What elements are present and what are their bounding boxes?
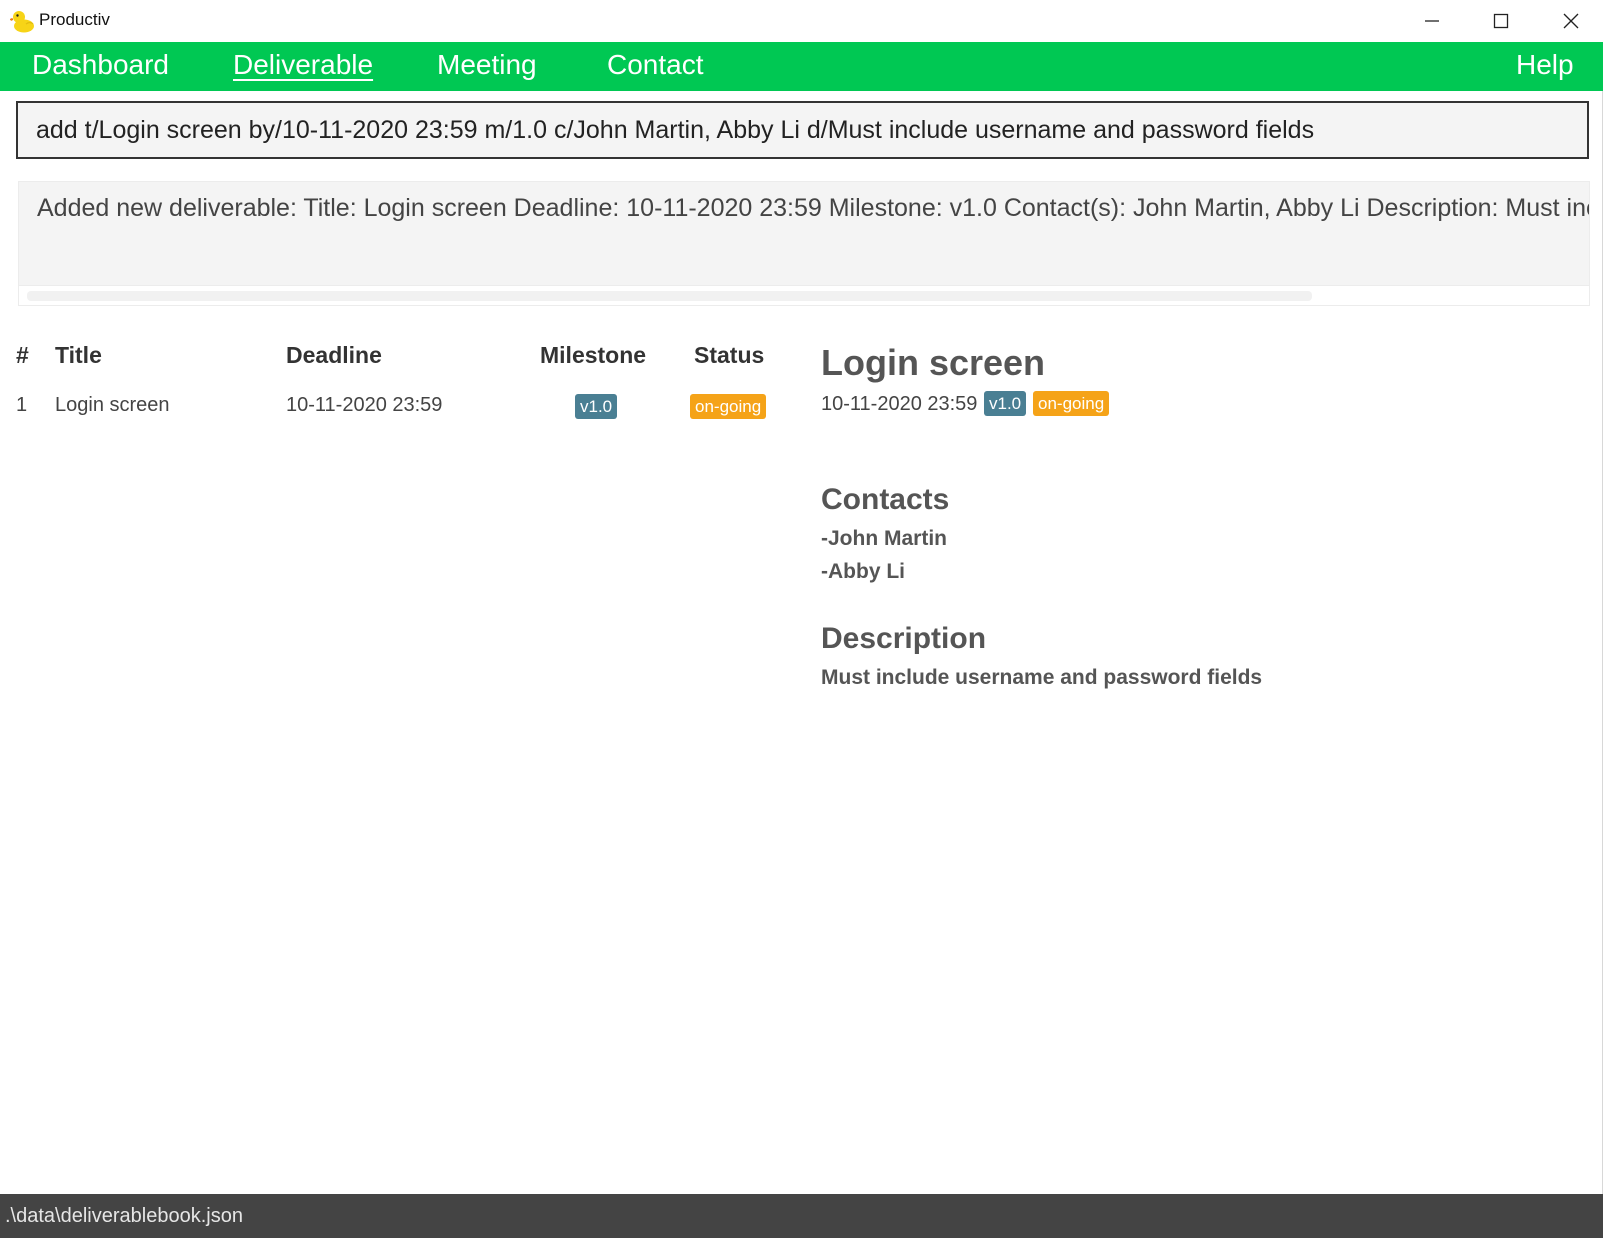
menu-item-deliverable[interactable]: Deliverable	[233, 49, 373, 81]
column-header-milestone: Milestone	[540, 342, 647, 368]
maximize-button[interactable]	[1467, 0, 1535, 42]
command-input[interactable]	[36, 103, 1566, 157]
menu-item-contact[interactable]: Contact	[607, 49, 704, 81]
menu-item-meeting[interactable]: Meeting	[437, 49, 537, 81]
column-header-deadline: Deadline	[286, 342, 382, 368]
row-title: Login screen	[55, 394, 170, 416]
minimize-button[interactable]	[1398, 0, 1466, 42]
milestone-badge: v1.0	[575, 394, 618, 419]
menu-bar: Dashboard Deliverable Meeting Contact He…	[0, 42, 1603, 91]
minimize-icon	[1425, 20, 1439, 22]
command-box	[16, 101, 1589, 159]
row-number: 1	[16, 394, 28, 416]
maximize-icon	[1493, 13, 1509, 29]
title-bar: Productiv	[0, 0, 1603, 42]
detail-title: Login screen	[821, 342, 1046, 383]
detail-deadline: 10-11-2020 23:59	[821, 393, 978, 415]
menu-item-help[interactable]: Help	[1516, 49, 1574, 81]
status-bar: .\data\deliverablebook.json	[0, 1194, 1603, 1238]
detail-milestone-badge: v1.0	[984, 391, 1027, 416]
close-button[interactable]	[1537, 0, 1603, 42]
data-file-path: .\data\deliverablebook.json	[5, 1205, 243, 1227]
rubber-duck-icon	[9, 8, 36, 34]
result-horizontal-scrollbar[interactable]	[19, 285, 1589, 305]
description-text: Must include username and password field…	[821, 666, 1263, 689]
row-deadline: 10-11-2020 23:59	[286, 394, 443, 416]
contacts-heading: Contacts	[821, 483, 950, 516]
detail-status-badge: on-going	[1033, 391, 1110, 416]
menu-item-dashboard[interactable]: Dashboard	[32, 49, 169, 81]
column-header-title: Title	[55, 342, 102, 368]
window-title: Productiv	[39, 10, 110, 29]
result-display[interactable]: Added new deliverable: Title: Login scre…	[18, 181, 1590, 306]
description-heading: Description	[821, 622, 987, 655]
app-window: Productiv Dashboard Deliverable Meeting …	[0, 0, 1603, 1238]
column-header-status: Status	[694, 342, 765, 368]
contact-item: -Abby Li	[821, 560, 905, 583]
table-row[interactable]: 1 Login screen 10-11-2020 23:59 v1.0 on-…	[8, 385, 798, 429]
status-badge: on-going	[690, 394, 767, 419]
close-icon	[1563, 13, 1579, 29]
result-scrollbar-thumb[interactable]	[27, 291, 1312, 301]
result-text: Added new deliverable: Title: Login scre…	[37, 194, 1589, 222]
contact-item: -John Martin	[821, 527, 947, 550]
column-header-number: #	[16, 342, 29, 368]
